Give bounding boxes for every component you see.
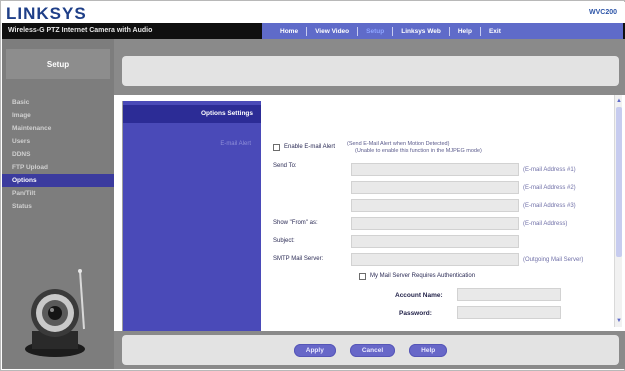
enable-note-line2: (Unable to enable this function in the M… [355,148,482,154]
nav-exit[interactable]: Exit [481,28,509,35]
sidebar-item-ftp-upload[interactable]: FTP Upload [2,161,114,174]
vertical-scrollbar[interactable]: ▲ ▼ [614,95,622,327]
sidebar-item-pan-tilt[interactable]: Pan/Tilt [2,187,114,200]
smtp-server-label: SMTP Mail Server: [273,256,324,262]
sidebar-item-ddns[interactable]: DDNS [2,148,114,161]
enable-email-alert-label: Enable E-mail Alert [284,144,336,150]
account-name-label: Account Name: [395,292,443,299]
scroll-down-arrow-icon[interactable]: ▼ [616,317,622,325]
sidebar-item-image[interactable]: Image [2,109,114,122]
sidebar-item-maintenance[interactable]: Maintenance [2,122,114,135]
show-from-label: Show "From" as: [273,220,318,226]
nav-view-video[interactable]: View Video [307,28,357,35]
scroll-thumb[interactable] [616,107,622,257]
sidebar-item-status[interactable]: Status [2,200,114,213]
smtp-server-hint: (Outgoing Mail Server) [523,257,584,263]
footer-band: Apply Cancel Help [114,331,625,369]
enable-email-alert-checkbox[interactable] [273,144,280,151]
top-nav: Wireless-G PTZ Internet Camera with Audi… [2,23,625,39]
cancel-button[interactable]: Cancel [349,343,396,357]
subject-field[interactable] [351,235,519,248]
show-from-hint: (E-mail Address) [523,221,568,227]
camera-illustration [25,269,85,357]
email-address-3-label: (E-mail Address #3) [523,203,576,209]
email-address-1-field[interactable] [351,163,519,176]
help-button[interactable]: Help [409,343,448,357]
content-panel: Options Settings E-mail Alert Enable E-m… [122,101,619,331]
sidebar-title: Setup [6,49,110,79]
product-name: Wireless-G PTZ Internet Camera with Audi… [8,27,153,34]
nav-linksys-web[interactable]: Linksys Web [393,28,449,35]
send-to-label: Send To: [273,163,297,169]
email-alert-form: Enable E-mail Alert (Send E-Mail Alert w… [273,101,613,331]
sidebar-item-users[interactable]: Users [2,135,114,148]
sidebar: Setup Basic Image Maintenance Users DDNS… [2,39,114,369]
password-field[interactable] [457,306,561,319]
action-bar: Apply Cancel Help [122,335,619,365]
password-label: Password: [399,310,432,317]
email-address-2-label: (E-mail Address #2) [523,185,576,191]
main-content: Options Settings E-mail Alert Enable E-m… [114,95,625,331]
subject-label: Subject: [273,238,295,244]
header-band [114,39,625,95]
nav-setup[interactable]: Setup [358,28,392,35]
nav-links: Home View Video Setup Linksys Web Help E… [262,23,623,39]
email-address-2-field[interactable] [351,181,519,194]
nav-home[interactable]: Home [272,28,306,35]
auth-required-checkbox[interactable] [359,273,366,280]
section-title: Options Settings [123,105,261,123]
account-name-field[interactable] [457,288,561,301]
section-column: Options Settings E-mail Alert [123,101,261,331]
scroll-up-arrow-icon[interactable]: ▲ [616,97,622,105]
show-from-field[interactable] [351,217,519,230]
smtp-server-field[interactable] [351,253,519,266]
brand-logo: LINKSYS [6,4,87,23]
sidebar-menu: Basic Image Maintenance Users DDNS FTP U… [2,96,114,213]
apply-button[interactable]: Apply [293,343,336,357]
enable-note-line1: (Send E-Mail Alert when Motion Detected) [347,141,450,147]
sidebar-item-basic[interactable]: Basic [2,96,114,109]
model-number: WVC200 [588,9,617,16]
header-band-panel [122,56,619,86]
sidebar-item-options[interactable]: Options [2,174,114,187]
camera-setup-window: LINKSYS WVC200 Wireless-G PTZ Internet C… [0,0,625,371]
email-address-3-field[interactable] [351,199,519,212]
subsection-title: E-mail Alert [220,141,251,147]
nav-help[interactable]: Help [450,28,480,35]
auth-required-label: My Mail Server Requires Authentication [370,273,476,279]
header-bar: LINKSYS WVC200 [2,2,625,23]
email-address-1-label: (E-mail Address #1) [523,167,576,173]
